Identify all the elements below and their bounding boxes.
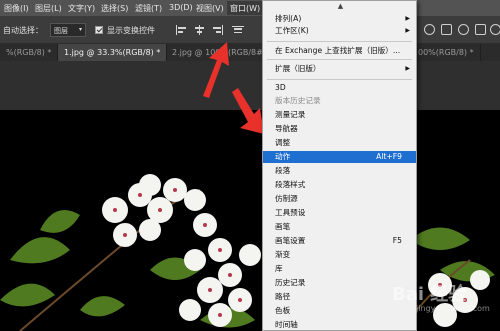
menu-item-extensions[interactable]: 扩展（旧版） ▶ [263, 63, 416, 75]
menu-type[interactable]: 文字(Y) [68, 3, 95, 14]
menu-select[interactable]: 选择(S) [101, 3, 128, 14]
menu-3d[interactable]: 3D(D) [169, 3, 193, 12]
align-center-icon[interactable] [194, 25, 206, 35]
menu-item-label: 渐变 [275, 250, 291, 259]
baidu-watermark-url: jingyan.baidu.com [416, 304, 490, 313]
menu-separator [267, 79, 412, 80]
submenu-arrow-icon: ▶ [405, 65, 410, 72]
menu-item-label: 排列(A) [275, 14, 302, 23]
submenu-arrow-icon: ▶ [405, 27, 410, 34]
menu-item-label: 导航器 [275, 124, 298, 133]
menu-item-label: 时间轴 [275, 320, 298, 329]
menu-item-libraries[interactable]: 库 [263, 263, 416, 275]
document-tabs: %(RGB/8) * 1.jpg @ 33.3%(RGB/8) * 2.jpg … [0, 44, 500, 61]
menu-item-version-history: 版本历史记录 [263, 95, 416, 107]
options-bar: 自动选择： 图层 ▾ 显示变换控件 [0, 16, 500, 44]
align-top-icon[interactable] [232, 25, 244, 35]
3d-roll-icon[interactable] [441, 24, 452, 35]
menu-item-label: 库 [275, 264, 283, 273]
menu-item-navigator[interactable]: 导航器 [263, 123, 416, 135]
baidu-watermark: Bai 经验 [392, 284, 467, 305]
show-transform-label: 显示变换控件 [107, 26, 155, 35]
menu-item-label: 测量记录 [275, 110, 306, 119]
menu-view[interactable]: 视图(V) [196, 3, 224, 14]
menu-item-measurement-log[interactable]: 测量记录 [263, 109, 416, 121]
3d-scale-icon[interactable] [490, 24, 500, 35]
menu-item-brush-settings[interactable]: 画笔设置 F5 [263, 235, 416, 247]
menu-item-actions[interactable]: 动作 Alt+F9 [263, 151, 416, 163]
auto-select-dropdown[interactable]: 图层 ▾ [50, 23, 86, 37]
menu-item-label: 3D [275, 83, 286, 92]
menu-item-shortcut: F5 [392, 236, 402, 245]
menu-item-label: 扩展（旧版） [275, 64, 321, 73]
menu-item-find-extensions[interactable]: 在 Exchange 上查找扩展（旧版）... [263, 45, 416, 57]
menu-item-arrange[interactable]: 排列(A) ▶ [263, 13, 416, 25]
tab-doc-next[interactable]: 00%(RGB/8) * [412, 44, 481, 61]
menu-filter[interactable]: 滤镜(T) [135, 3, 162, 14]
3d-slide-icon[interactable] [475, 24, 486, 35]
chevron-down-icon: ▾ [78, 26, 82, 33]
menu-item-label: 画笔设置 [275, 236, 306, 245]
align-right-icon[interactable] [212, 25, 224, 35]
tab-doc-prev[interactable]: %(RGB/8) * [0, 44, 59, 61]
menu-item-label: 工作区(K) [275, 26, 309, 35]
menu-bar: 图像(I) 图层(L) 文字(Y) 选择(S) 滤镜(T) 3D(D) 视图(V… [0, 0, 500, 16]
menu-image[interactable]: 图像(I) [4, 3, 29, 14]
menu-separator [267, 59, 412, 60]
menu-layer[interactable]: 图层(L) [35, 3, 62, 14]
menu-item-brushes[interactable]: 画笔 [263, 221, 416, 233]
menu-item-label: 版本历史记录 [275, 96, 321, 105]
menu-item-tool-presets[interactable]: 工具预设 [263, 207, 416, 219]
menu-item-swatches[interactable]: 色板 [263, 305, 416, 317]
menu-window[interactable]: 窗口(W) [227, 1, 264, 15]
menu-item-shortcut: Alt+F9 [376, 152, 402, 161]
show-transform-checkbox[interactable] [95, 26, 103, 34]
menu-item-label: 画笔 [275, 222, 291, 231]
menu-separator [267, 41, 412, 42]
auto-select-value: 图层 [54, 27, 68, 35]
menu-item-paragraph-styles[interactable]: 段落样式 [263, 179, 416, 191]
menu-item-label: 工具预设 [275, 208, 306, 217]
align-left-icon[interactable] [176, 25, 188, 35]
menu-item-label: 段落样式 [275, 180, 306, 189]
menu-item-3d[interactable]: 3D [263, 82, 416, 94]
scroll-up-icon[interactable]: ▲ [263, 2, 418, 10]
submenu-arrow-icon: ▶ [405, 15, 410, 22]
menu-item-label: 调整 [275, 138, 291, 147]
menu-item-adjustments[interactable]: 调整 [263, 137, 416, 149]
menu-item-workspace[interactable]: 工作区(K) ▶ [263, 25, 416, 37]
menu-item-label: 段落 [275, 166, 291, 175]
menu-item-label: 色板 [275, 306, 291, 315]
3d-pan-icon[interactable] [458, 24, 469, 35]
tab-doc-1[interactable]: 1.jpg @ 33.3%(RGB/8) * [58, 44, 168, 61]
menu-item-label: 历史记录 [275, 278, 306, 287]
menu-item-label: 在 Exchange 上查找扩展（旧版）... [275, 46, 401, 55]
3d-orbit-icon[interactable] [424, 24, 435, 35]
auto-select-label: 自动选择： [3, 26, 43, 35]
menu-item-gradients[interactable]: 渐变 [263, 249, 416, 261]
menu-item-clone-source[interactable]: 仿制源 [263, 193, 416, 205]
menu-item-timeline[interactable]: 时间轴 [263, 319, 416, 331]
menu-item-label: 仿制源 [275, 194, 298, 203]
menu-item-paragraph[interactable]: 段落 [263, 165, 416, 177]
menu-item-label: 路径 [275, 292, 291, 301]
menu-item-label: 动作 [275, 152, 291, 161]
